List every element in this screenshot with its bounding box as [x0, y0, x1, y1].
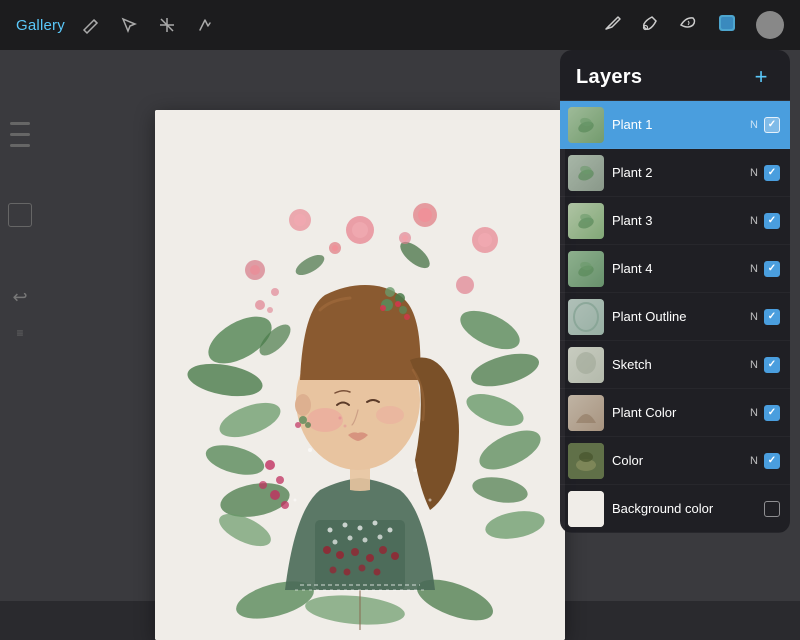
- layers-header: Layers +: [560, 50, 790, 101]
- layer-mode-label: N: [750, 263, 758, 275]
- layer-item[interactable]: Plant 3N: [560, 197, 790, 245]
- slider-control-3[interactable]: [10, 144, 30, 147]
- brush-tool-button[interactable]: [640, 13, 660, 38]
- undo-redo-group: [10, 120, 30, 149]
- layer-visibility-checkbox[interactable]: [764, 501, 780, 517]
- layer-visibility-checkbox[interactable]: [764, 117, 780, 133]
- layer-name-label: Plant 1: [612, 117, 750, 132]
- toolbar-left: Gallery: [16, 13, 217, 37]
- layer-mode-label: N: [750, 359, 758, 371]
- pen-tool-button[interactable]: [602, 13, 622, 38]
- layer-mode-label: N: [750, 167, 758, 179]
- layers-panel: Layers + Plant 1N Plant 2N Plant 3N Plan…: [560, 50, 790, 533]
- layer-mode-label: N: [750, 215, 758, 227]
- square-tool[interactable]: [8, 203, 32, 227]
- layer-item[interactable]: Plant OutlineN: [560, 293, 790, 341]
- layer-visibility-checkbox[interactable]: [764, 309, 780, 325]
- layers-add-button[interactable]: +: [748, 64, 774, 90]
- gallery-button[interactable]: Gallery: [16, 17, 65, 34]
- layer-visibility-checkbox[interactable]: [764, 165, 780, 181]
- layer-thumbnail: [568, 347, 604, 383]
- layer-thumbnail: [568, 491, 604, 527]
- layer-item[interactable]: Plant 4N: [560, 245, 790, 293]
- layer-mode-label: N: [750, 407, 758, 419]
- user-avatar[interactable]: [756, 11, 784, 39]
- layer-thumbnail: [568, 203, 604, 239]
- slider-control-2[interactable]: [10, 133, 30, 136]
- layer-mode-label: N: [750, 119, 758, 131]
- layer-thumbnail: [568, 299, 604, 335]
- layer-visibility-checkbox[interactable]: [764, 357, 780, 373]
- layers-list: Plant 1N Plant 2N Plant 3N Plant 4NPlant…: [560, 101, 790, 533]
- redo-button[interactable]: ≡: [6, 319, 34, 347]
- slider-control[interactable]: [10, 122, 30, 125]
- layer-name-label: Sketch: [612, 357, 750, 372]
- layer-item[interactable]: Plant ColorN: [560, 389, 790, 437]
- layers-title: Layers: [576, 66, 642, 89]
- drawing-canvas: [155, 110, 565, 640]
- artwork-svg: [155, 110, 565, 640]
- layer-item[interactable]: Plant 2N: [560, 149, 790, 197]
- layer-name-label: Color: [612, 453, 750, 468]
- layer-thumbnail: [568, 443, 604, 479]
- layer-name-label: Plant 3: [612, 213, 750, 228]
- layer-item[interactable]: SketchN: [560, 341, 790, 389]
- layer-item[interactable]: Plant 1N: [560, 101, 790, 149]
- layers-toggle-button[interactable]: [716, 12, 738, 39]
- layer-name-label: Plant 2: [612, 165, 750, 180]
- toolbar-right: [602, 11, 784, 39]
- adjustments-icon[interactable]: [193, 13, 217, 37]
- modify-icon[interactable]: [79, 13, 103, 37]
- layer-name-label: Plant Color: [612, 405, 750, 420]
- layer-name-label: Plant Outline: [612, 309, 750, 324]
- transform-icon[interactable]: [155, 13, 179, 37]
- layer-name-label: Background color: [612, 501, 764, 516]
- left-sidebar: ↩ ≡: [0, 100, 40, 601]
- layer-thumbnail: [568, 395, 604, 431]
- smudge-tool-button[interactable]: [678, 13, 698, 38]
- layer-thumbnail: [568, 251, 604, 287]
- layer-name-label: Plant 4: [612, 261, 750, 276]
- layer-item[interactable]: Background color: [560, 485, 790, 533]
- layer-mode-label: N: [750, 455, 758, 467]
- undo-button[interactable]: ↩: [6, 283, 34, 311]
- layer-visibility-checkbox[interactable]: [764, 453, 780, 469]
- layer-visibility-checkbox[interactable]: [764, 213, 780, 229]
- selection-icon[interactable]: [117, 13, 141, 37]
- layer-thumbnail: [568, 107, 604, 143]
- top-toolbar: Gallery: [0, 0, 800, 50]
- layer-thumbnail: [568, 155, 604, 191]
- layer-visibility-checkbox[interactable]: [764, 261, 780, 277]
- layer-visibility-checkbox[interactable]: [764, 405, 780, 421]
- layer-item[interactable]: ColorN: [560, 437, 790, 485]
- layer-mode-label: N: [750, 311, 758, 323]
